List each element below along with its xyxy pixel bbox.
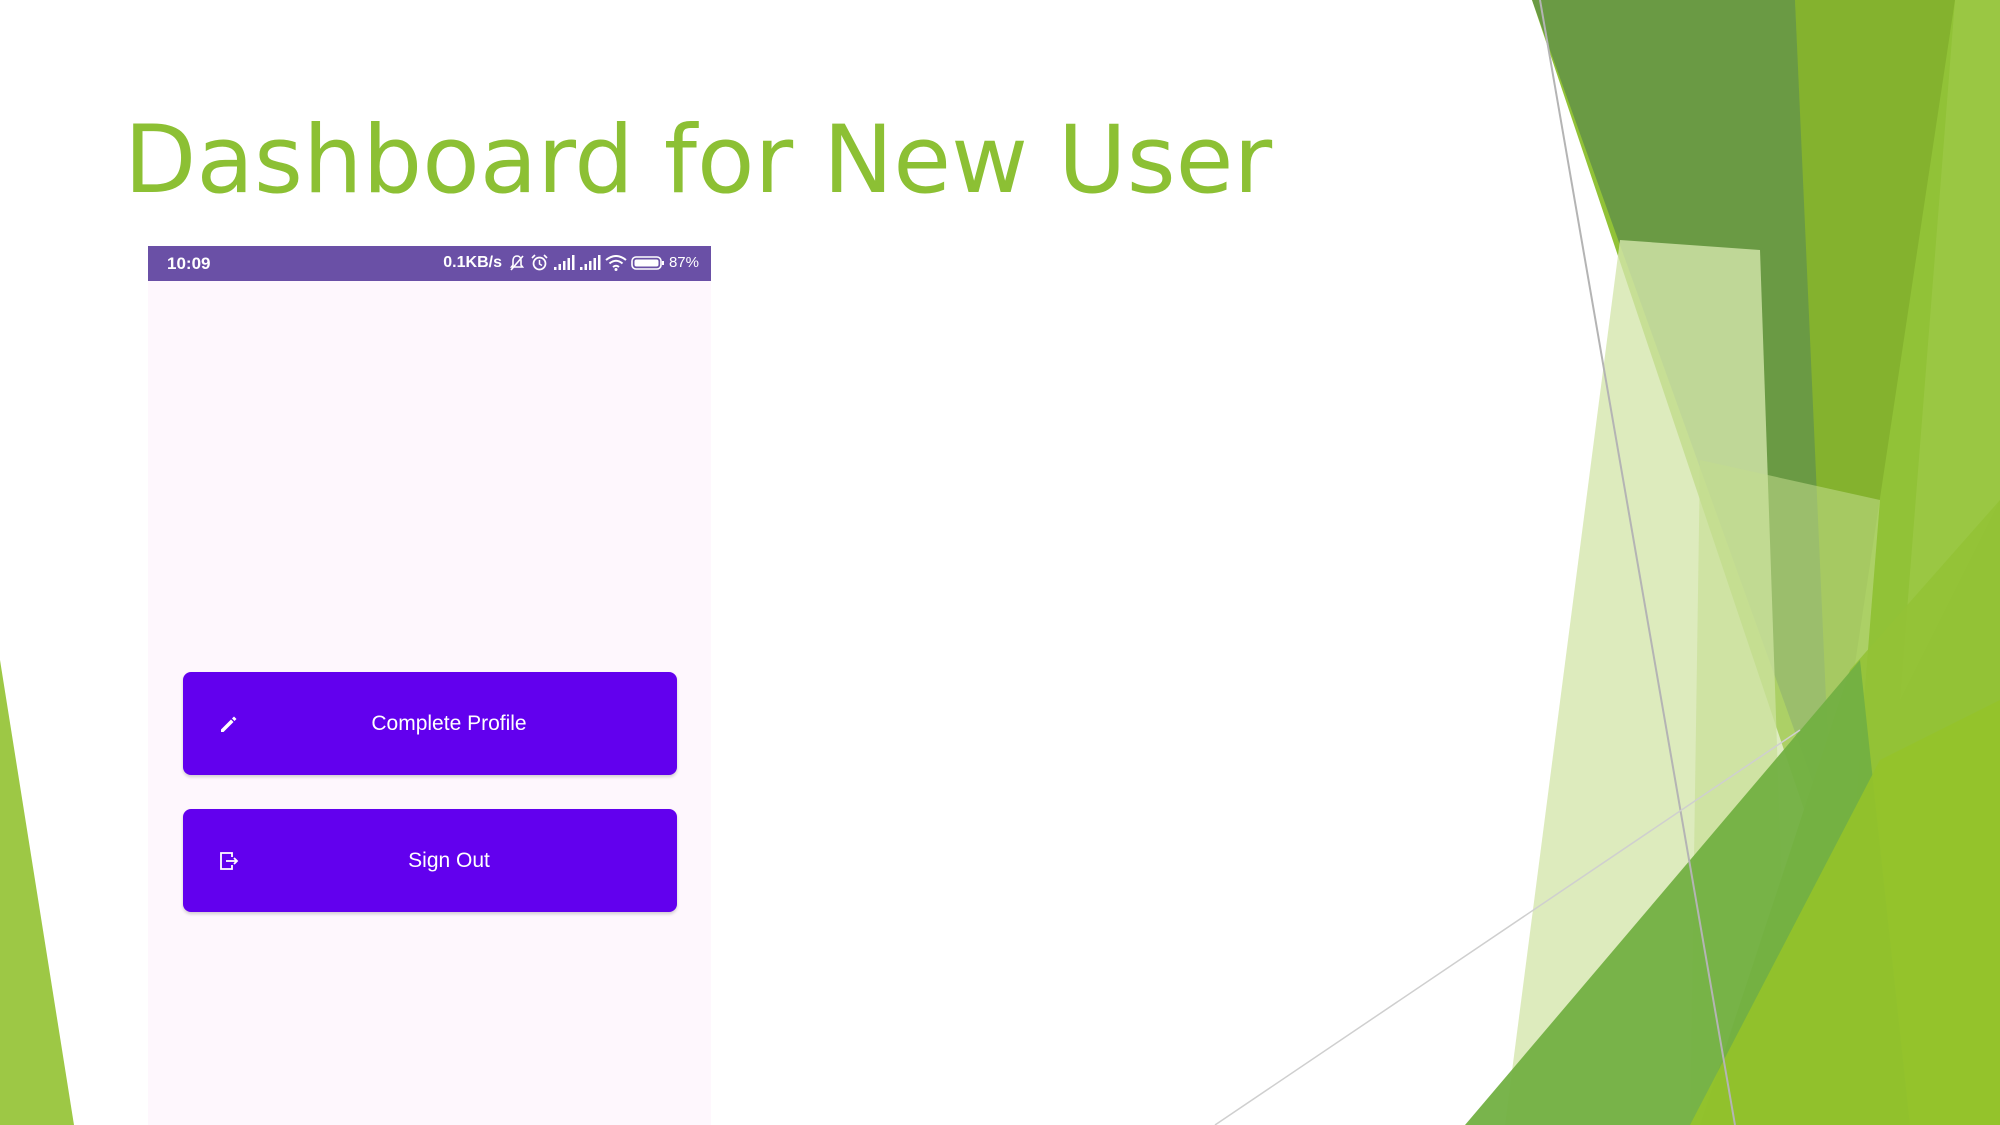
- network-speed: 0.1KB/s: [443, 253, 502, 271]
- bell-off-icon: [508, 254, 526, 272]
- battery-percent: 87%: [668, 254, 699, 271]
- status-indicators: 0.1KB/s 87%: [443, 253, 699, 272]
- signal-icon: [579, 254, 601, 271]
- sign-out-label: Sign Out: [408, 848, 490, 872]
- wifi-icon: [605, 254, 627, 271]
- complete-profile-label: Complete Profile: [371, 711, 527, 735]
- complete-profile-button[interactable]: Complete Profile: [183, 672, 677, 775]
- signal-icon: [553, 254, 575, 271]
- sign-out-button[interactable]: Sign Out: [183, 809, 677, 912]
- left-accent-shape: [0, 660, 74, 1125]
- page-title: Dashboard for New User: [124, 106, 1273, 215]
- phone-screenshot: 10:09 0.1KB/s 87% Complete Profile Sign …: [148, 246, 711, 1125]
- status-bar: 10:09 0.1KB/s 87%: [148, 246, 711, 281]
- battery-icon: [631, 255, 665, 271]
- status-time: 10:09: [167, 254, 211, 273]
- alarm-icon: [530, 253, 549, 272]
